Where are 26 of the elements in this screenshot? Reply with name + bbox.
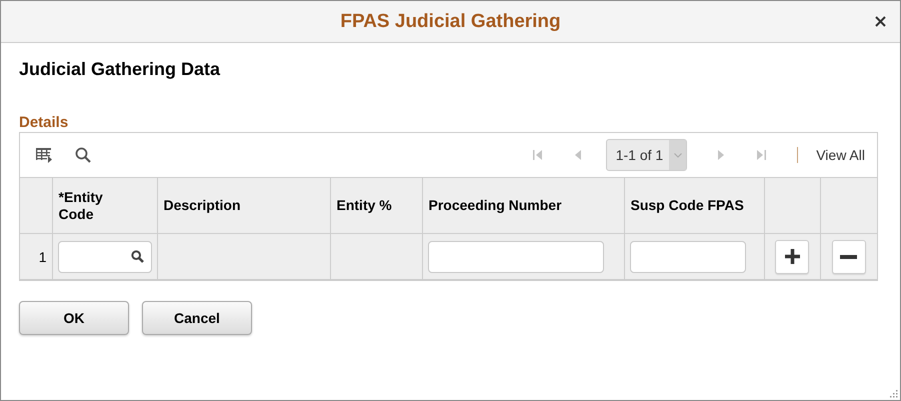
close-icon[interactable]	[875, 16, 886, 27]
susp-code-field[interactable]	[630, 240, 746, 272]
search-icon[interactable]	[75, 147, 91, 163]
minus-icon	[840, 254, 858, 258]
grid-settings-icon[interactable]	[36, 148, 53, 162]
proceeding-number-field[interactable]	[428, 240, 604, 272]
column-header: Proceeding Number	[428, 197, 562, 214]
caret-icon	[674, 152, 682, 158]
pager-dropdown[interactable]: 1-1 of 1	[606, 139, 688, 171]
column-header: Description	[164, 197, 241, 214]
column-header: Entity %	[336, 197, 392, 214]
view-all-link[interactable]: View All	[816, 147, 865, 163]
entity-code-field[interactable]	[58, 240, 152, 272]
page-title: Judicial Gathering Data	[19, 59, 222, 80]
dialog-button[interactable]: Cancel	[142, 301, 252, 335]
search-icon[interactable]	[130, 250, 144, 263]
delete-row-button[interactable]	[832, 240, 866, 274]
column-header: *Entity Code	[58, 188, 103, 222]
section-title: Details	[19, 114, 70, 132]
column-header: Susp Code FPAS	[630, 197, 744, 214]
dialog-button[interactable]: OK	[19, 301, 129, 335]
plus-icon	[784, 249, 800, 264]
resize-grip-icon[interactable]	[889, 389, 898, 398]
row-number: 1	[38, 248, 46, 264]
window-title: FPAS Judicial Gathering	[340, 10, 561, 32]
add-row-button[interactable]	[775, 240, 809, 274]
